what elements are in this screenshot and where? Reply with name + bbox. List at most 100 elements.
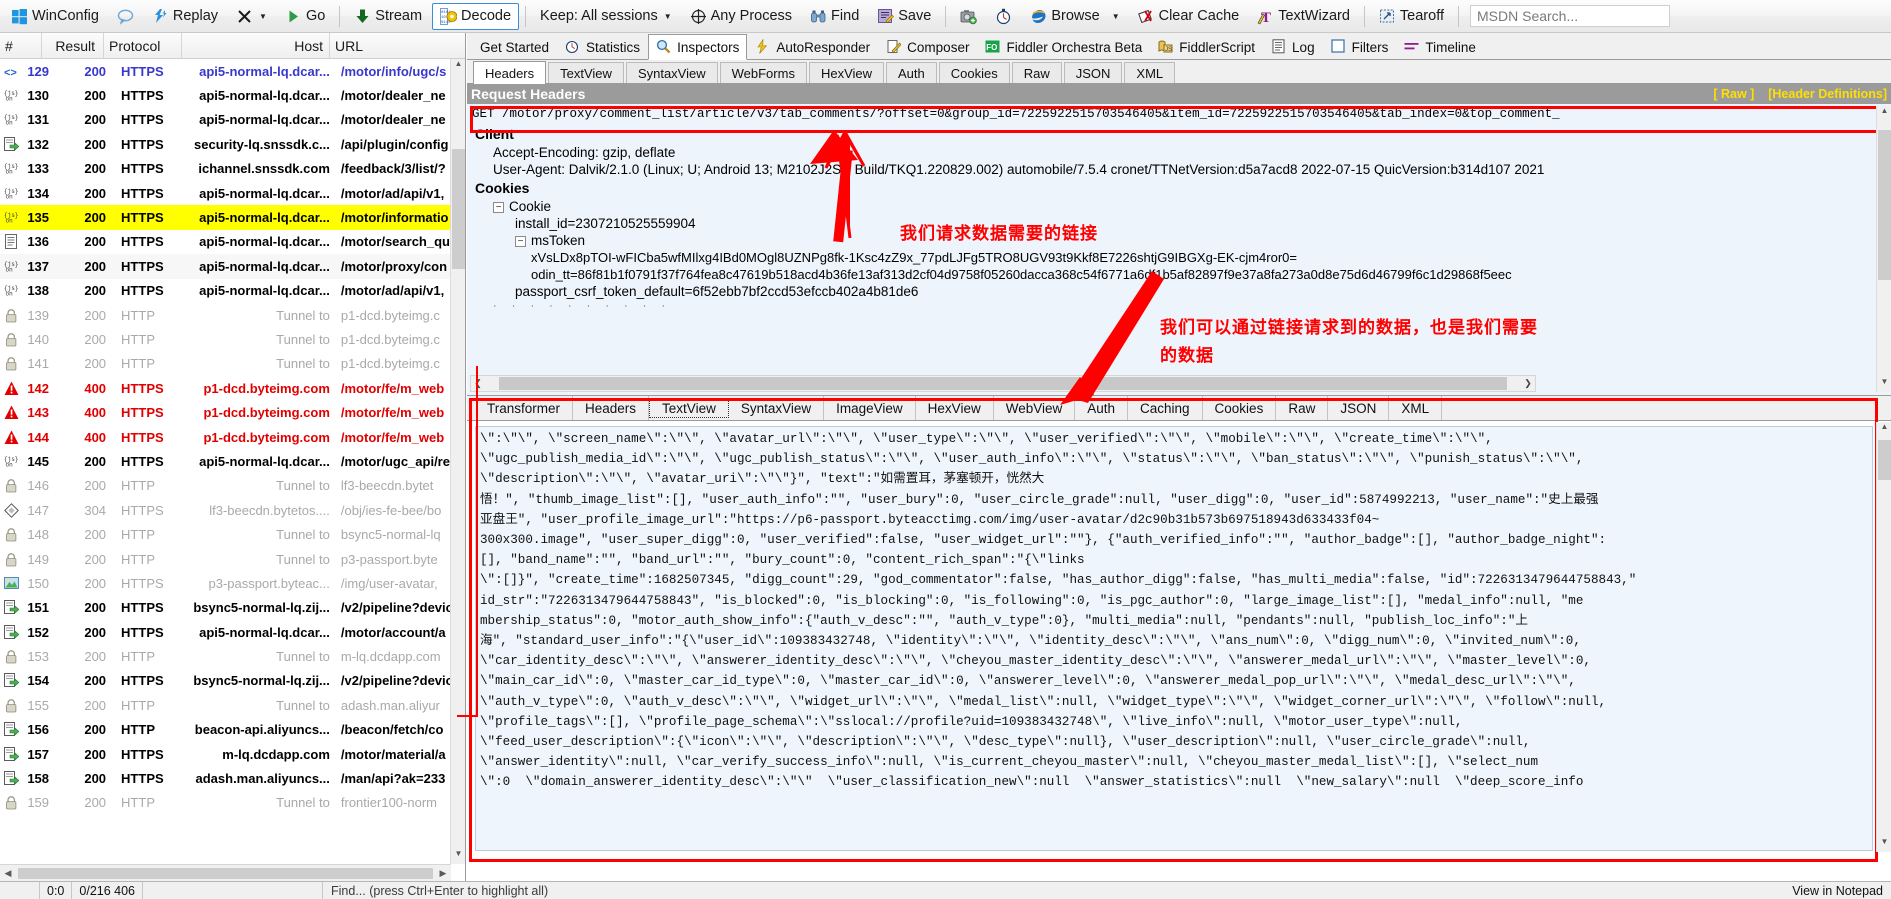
scroll-up-arrow-icon[interactable]: ▲ [1877, 106, 1891, 121]
session-list-horizontal-scrollbar[interactable]: ◀ ▶ [0, 864, 451, 881]
response-tab-transformer[interactable]: Transformer [475, 396, 574, 420]
response-tab-cookies[interactable]: Cookies [1203, 396, 1277, 420]
table-row[interactable]: 153 200 HTTP Tunnel to m-lq.dcdapp.com [0, 644, 465, 668]
comment-button[interactable] [109, 3, 142, 30]
table-row[interactable]: 155 200 HTTP Tunnel to adash.man.aliyur [0, 693, 465, 717]
response-tab-caching[interactable]: Caching [1128, 396, 1203, 420]
tab-autoresponder[interactable]: AutoResponder [747, 35, 878, 59]
table-row[interactable]: 154 200 HTTPS bsync5-normal-lq.zij... /v2/pi… [0, 669, 465, 693]
table-row[interactable]: 158 200 HTTPS adash.man.aliyuncs... /man/api… [0, 766, 465, 790]
timer-button[interactable] [987, 3, 1020, 30]
tab-statistics[interactable]: Statistics [557, 35, 648, 59]
find-button[interactable]: Find [802, 3, 867, 30]
request-vertical-scrollbar[interactable]: ▲ ▼ [1876, 106, 1891, 392]
table-row[interactable]: 146 200 HTTP Tunnel to lf3-beecdn.bytet [0, 474, 465, 498]
tab-log[interactable]: Log [1263, 35, 1323, 59]
decode-button[interactable]: 0101 1010 0110 Decode [432, 2, 520, 30]
table-row[interactable]: 140 200 HTTP Tunnel to p1-dcd.byteimg.c [0, 327, 465, 351]
request-tab-headers[interactable]: Headers [473, 61, 547, 84]
response-tab-auth[interactable]: Auth [1075, 396, 1129, 420]
chevron-down-icon[interactable]: ▼ [259, 12, 267, 21]
response-body-textview[interactable]: \":\"\", \"screen_name\":\"\", \"avatar_… [475, 426, 1873, 851]
table-row[interactable]: 136 200 HTTPS api5-normal-lq.dcar... /motor/… [0, 230, 465, 254]
request-tab-xml[interactable]: XML [1124, 62, 1176, 83]
scroll-right-arrow-icon[interactable]: ▶ [435, 868, 451, 879]
request-tab-textview[interactable]: TextView [548, 62, 624, 83]
quickexec-find-input[interactable]: Find... (press Ctrl+Enter to highlight a… [323, 884, 1784, 898]
header-definitions-link[interactable]: [Header Definitions] [1768, 87, 1887, 101]
table-row[interactable]: 159 200 HTTP Tunnel to frontier100-norm [0, 791, 465, 815]
table-row[interactable]: {js} on 135 200 HTTPS api5-normal-lq.dcar... /… [0, 205, 465, 230]
response-inspector-tab-strip[interactable]: Transformer Headers TextView SyntaxView Imag… [467, 396, 1891, 421]
winconfig-button[interactable]: WinConfig [3, 3, 107, 30]
column-header-host[interactable]: Host [182, 33, 330, 58]
msdn-search-input[interactable]: MSDN Search... [1470, 5, 1670, 27]
table-row[interactable]: {js} on 131 200 HTTPS api5-normal-lq.dcar... /… [0, 108, 465, 132]
collapse-minus-icon[interactable]: − [515, 235, 526, 247]
vscroll-thumb[interactable] [1878, 130, 1891, 280]
column-header-protocol[interactable]: Protocol [104, 33, 182, 58]
save-button[interactable]: Save [869, 3, 939, 30]
response-tab-xml[interactable]: XML [1389, 396, 1443, 420]
response-tab-imageview[interactable]: ImageView [824, 396, 916, 420]
scroll-up-arrow-icon[interactable]: ▲ [1877, 422, 1891, 437]
response-vertical-scrollbar[interactable]: ▲ ▼ [1876, 422, 1891, 852]
table-row[interactable]: 142 400 HTTPS p1-dcd.byteimg.com/motor/fe/m… [0, 376, 465, 400]
response-tab-webview[interactable]: WebView [994, 396, 1076, 420]
textwizard-button[interactable]: T TextWizard [1249, 3, 1358, 30]
main-tab-strip[interactable]: Get Started Statistics Inspectors AutoRespo… [467, 33, 1891, 60]
request-tab-cookies[interactable]: Cookies [938, 62, 1010, 83]
tearoff-button[interactable]: Tearoff [1371, 3, 1452, 30]
table-row[interactable]: <> 129 200 HTTPS api5-normal-lq.dcar... /moto… [0, 59, 465, 83]
request-tab-syntaxview[interactable]: SyntaxView [625, 62, 718, 83]
tab-timeline[interactable]: Timeline [1396, 35, 1484, 59]
replay-button[interactable]: Replay [144, 3, 226, 30]
tab-filters[interactable]: Filters [1323, 35, 1397, 59]
table-row[interactable]: {js} on 130 200 HTTPS api5-normal-lq.dcar... /… [0, 83, 465, 107]
table-row[interactable]: 149 200 HTTP Tunnel to p3-passport.byte [0, 547, 465, 571]
table-row[interactable]: {js} on 138 200 HTTPS api5-normal-lq.dcar... /… [0, 279, 465, 303]
table-row[interactable]: 132 200 HTTPS security-lq.snssdk.c... /api/p… [0, 132, 465, 156]
cookie-node[interactable]: − Cookie [467, 198, 1891, 215]
raw-link[interactable]: [ Raw ] [1713, 87, 1754, 101]
column-header-result[interactable]: Result [42, 33, 104, 58]
collapse-minus-icon[interactable]: − [493, 201, 504, 213]
request-tab-auth[interactable]: Auth [886, 62, 937, 83]
go-button[interactable]: Go [277, 3, 333, 30]
scroll-up-arrow-icon[interactable]: ▲ [451, 59, 465, 74]
table-row[interactable]: 148 200 HTTP Tunnel to bsync5-normal-lq [0, 522, 465, 546]
scroll-right-arrow-icon[interactable]: ❯ [1521, 378, 1535, 389]
hscroll-thumb[interactable] [18, 867, 433, 879]
table-row[interactable]: 147 304 HTTPS lf3-beecdn.bytetos.... /obj/ie… [0, 498, 465, 522]
request-horizontal-scrollbar[interactable]: ❮ ❯ [470, 375, 1536, 392]
any-process-button[interactable]: Any Process [682, 3, 800, 30]
chevron-down-icon[interactable]: ▼ [664, 12, 672, 21]
table-row[interactable]: 150 200 HTTPS p3-passport.byteac... /img/use… [0, 571, 465, 595]
column-header-num[interactable]: # [0, 33, 42, 58]
view-in-notepad-button[interactable]: View in Notepad [1784, 884, 1891, 898]
tab-inspectors[interactable]: Inspectors [648, 34, 748, 60]
stream-button[interactable]: Stream [346, 3, 430, 30]
response-tab-hexview[interactable]: HexView [916, 396, 994, 420]
response-tab-json[interactable]: JSON [1328, 396, 1390, 420]
tab-get-started[interactable]: Get Started [472, 35, 557, 59]
session-list-panel[interactable]: # Result Protocol Host URL <> 129 200 HTTPS… [0, 33, 466, 881]
scroll-left-arrow-icon[interactable]: ◀ [0, 868, 16, 879]
table-row[interactable]: 141 200 HTTP Tunnel to p1-dcd.byteimg.c [0, 352, 465, 376]
request-tab-hexview[interactable]: HexView [808, 62, 885, 83]
scroll-left-arrow-icon[interactable]: ❮ [471, 378, 485, 389]
clear-cache-button[interactable]: Clear Cache [1130, 3, 1248, 30]
scroll-down-arrow-icon[interactable]: ▼ [1877, 377, 1891, 392]
column-header-url[interactable]: URL [330, 33, 450, 58]
request-tab-webforms[interactable]: WebForms [719, 62, 807, 83]
request-headers-links[interactable]: [ Raw ] [Header Definitions] [1713, 87, 1887, 101]
tab-fiddlerscript[interactable]: JS FiddlerScript [1150, 35, 1263, 59]
screenshot-button[interactable] [952, 3, 985, 30]
table-row[interactable]: 144 400 HTTPS p1-dcd.byteimg.com/motor/fe/m… [0, 425, 465, 449]
response-tab-raw[interactable]: Raw [1276, 396, 1329, 420]
table-row[interactable]: 139 200 HTTP Tunnel to p1-dcd.byteimg.c [0, 303, 465, 327]
response-tab-textview[interactable]: TextView [649, 398, 729, 418]
keep-sessions-button[interactable]: Keep: All sessions ▼ [532, 3, 680, 30]
table-row[interactable]: {js} on 133 200 HTTPS ichannel.snssdk.com/fee… [0, 157, 465, 181]
request-tab-raw[interactable]: Raw [1011, 62, 1062, 83]
